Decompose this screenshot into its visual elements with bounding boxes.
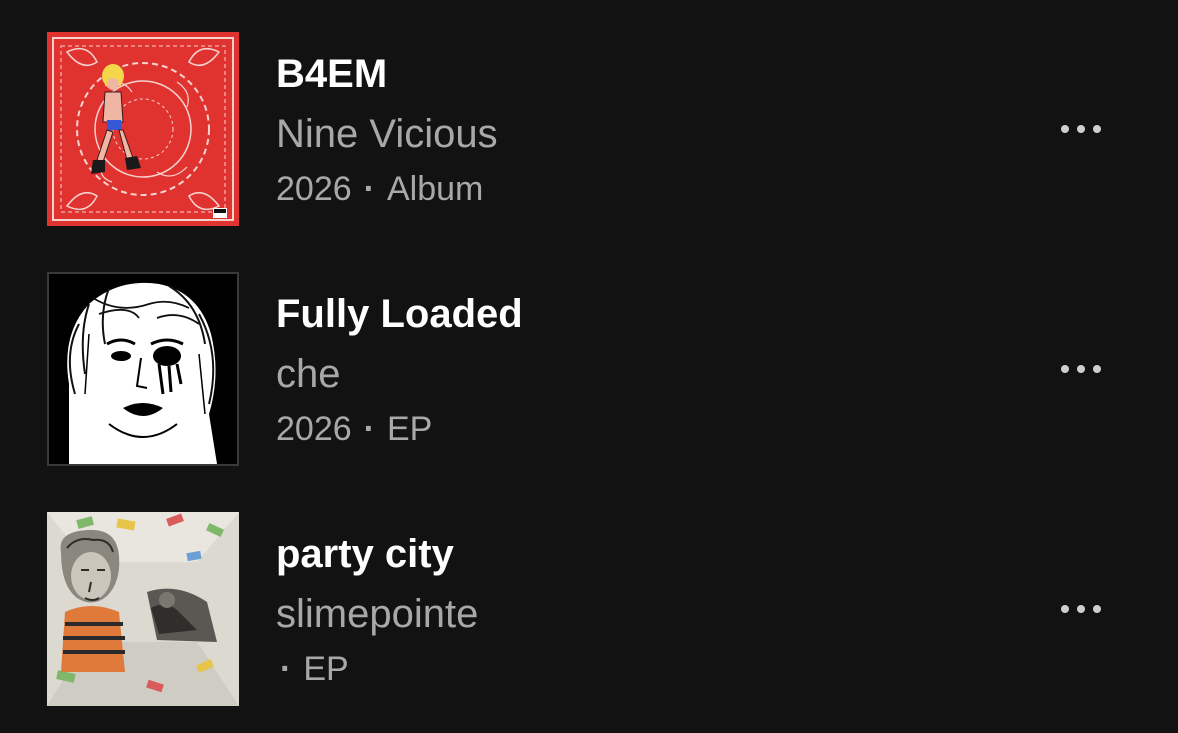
release-type: Album [386,170,484,208]
list-item[interactable]: B4EM Nine Vicious 2026 · Album [0,32,1178,226]
release-meta: · EP [276,648,478,690]
more-options-button[interactable] [1052,351,1110,387]
release-info: party city slimepointe · EP [276,530,478,690]
more-horizontal-icon [1061,125,1069,133]
list-item[interactable]: party city slimepointe · EP [0,512,1178,706]
more-horizontal-icon [1093,125,1101,133]
separator-dot: · [280,650,292,688]
list-item[interactable]: Fully Loaded che 2026 · EP [0,272,1178,466]
release-year: 2026 [276,410,352,448]
more-options-button[interactable] [1052,591,1110,627]
separator-dot: · [363,410,375,448]
release-list: B4EM Nine Vicious 2026 · Album Fully Loa… [0,0,1178,733]
more-horizontal-icon [1077,125,1085,133]
more-horizontal-icon [1077,365,1085,373]
release-info: B4EM Nine Vicious 2026 · Album [276,50,498,210]
release-title[interactable]: party city [276,530,478,578]
release-meta: 2026 · Album [276,168,498,210]
release-title[interactable]: B4EM [276,50,498,98]
album-cover[interactable] [47,32,239,226]
release-year: 2026 [276,170,352,208]
more-horizontal-icon [1093,605,1101,613]
more-horizontal-icon [1061,365,1069,373]
artist-name[interactable]: slimepointe [276,590,478,638]
release-meta: 2026 · EP [276,408,523,450]
artist-name[interactable]: che [276,350,523,398]
more-horizontal-icon [1077,605,1085,613]
release-info: Fully Loaded che 2026 · EP [276,290,523,450]
release-type: EP [386,410,433,448]
separator-dot: · [363,170,375,208]
more-horizontal-icon [1061,605,1069,613]
release-title[interactable]: Fully Loaded [276,290,523,338]
more-options-button[interactable] [1052,111,1110,147]
album-cover[interactable] [47,272,239,466]
artist-name[interactable]: Nine Vicious [276,110,498,158]
release-type: EP [303,650,349,688]
more-horizontal-icon [1093,365,1101,373]
album-cover[interactable] [47,512,239,706]
